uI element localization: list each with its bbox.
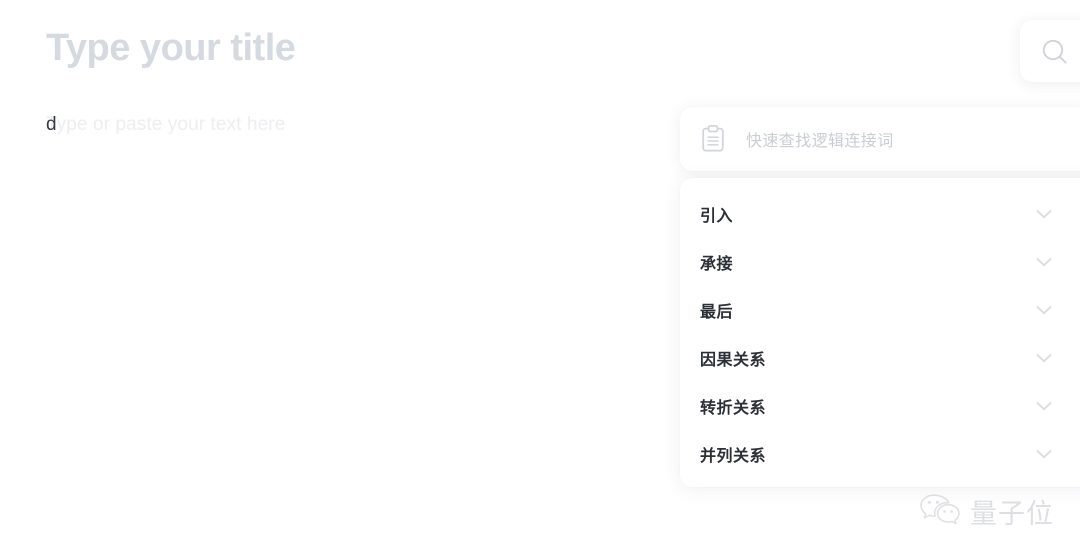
document-editor: Type your title Type or paste your text …: [0, 0, 680, 556]
search-icon: [1040, 37, 1070, 72]
chevron-down-icon[interactable]: [1033, 347, 1055, 369]
connector-search-placeholder: 快速查找逻辑连接词: [746, 133, 894, 150]
chevron-down-icon[interactable]: [1033, 443, 1055, 465]
clipboard-icon: [700, 125, 726, 153]
category-row-zhuanzheguanxi[interactable]: 转折关系: [680, 382, 1080, 430]
category-label: 转折关系: [700, 400, 767, 417]
category-label: 引入: [700, 208, 734, 225]
chevron-down-icon[interactable]: [1033, 395, 1055, 417]
top-search-button[interactable]: [1020, 20, 1080, 82]
category-row-chengjie[interactable]: 承接: [680, 238, 1080, 286]
category-label: 承接: [700, 256, 734, 273]
chevron-down-icon[interactable]: [1033, 299, 1055, 321]
chevron-down-icon[interactable]: [1033, 203, 1055, 225]
category-row-bingliequanxi[interactable]: 并列关系: [680, 430, 1080, 478]
category-label: 因果关系: [700, 352, 767, 369]
document-body-typed-text: d: [46, 114, 57, 135]
watermark-text: 量子位: [970, 499, 1054, 530]
category-row-yinru[interactable]: 引入: [680, 190, 1080, 238]
category-row-zuihou[interactable]: 最后: [680, 286, 1080, 334]
document-title-input[interactable]: Type your title: [46, 27, 296, 70]
watermark: 量子位: [918, 492, 1054, 531]
document-body-placeholder: Type or paste your text here: [46, 114, 286, 135]
category-row-yinguoguanxi[interactable]: 因果关系: [680, 334, 1080, 382]
app-root: Type your title Type or paste your text …: [0, 0, 1080, 556]
category-label: 最后: [700, 304, 734, 321]
connector-category-list: 引入 承接 最后 因果关系 转折关系 并列关系: [680, 178, 1080, 487]
wechat-icon: [918, 492, 962, 531]
connector-search-field[interactable]: 快速查找逻辑连接词: [680, 107, 1080, 171]
chevron-down-icon[interactable]: [1033, 251, 1055, 273]
category-label: 并列关系: [700, 448, 767, 465]
